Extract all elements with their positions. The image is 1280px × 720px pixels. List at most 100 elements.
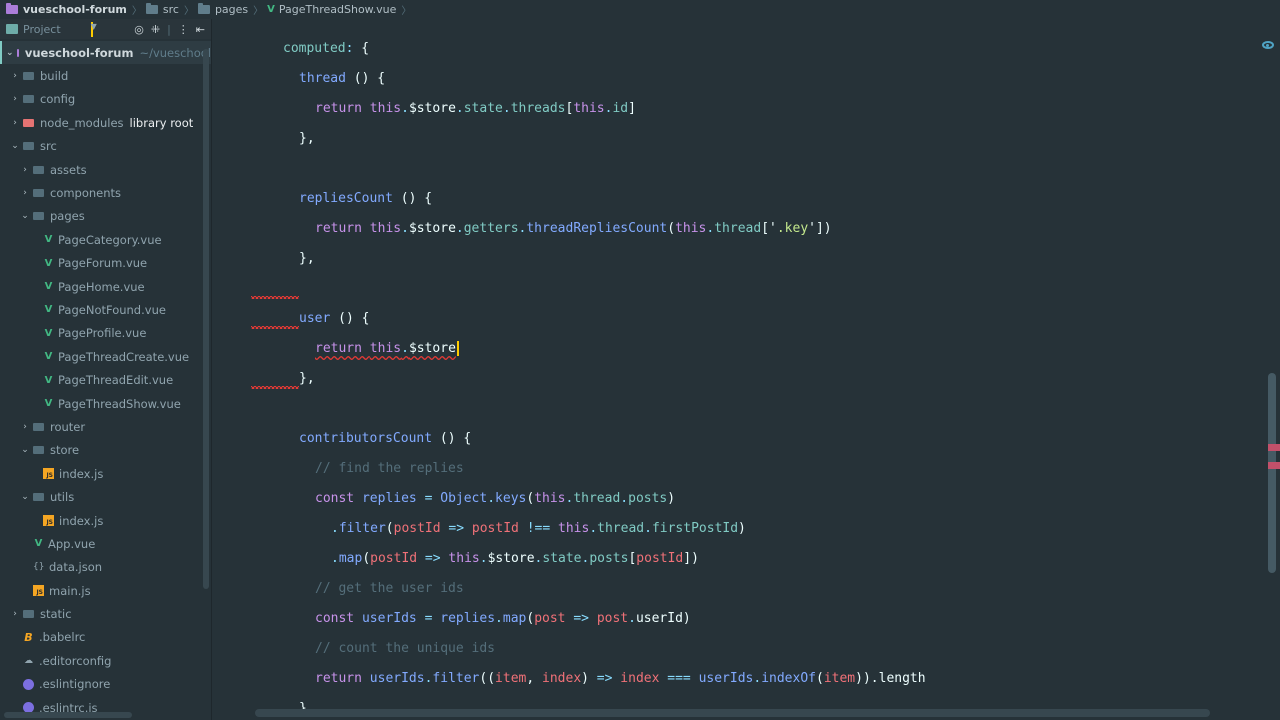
project-view-label[interactable]: Project <box>23 23 61 36</box>
chevron-down-icon[interactable]: ⌄ <box>20 445 30 455</box>
tree-item[interactable]: .eslintignore <box>0 673 211 696</box>
error-marker[interactable] <box>1268 462 1280 469</box>
tree-item[interactable]: › node_modules library root <box>0 111 211 134</box>
sidebar-vertical-scrollbar[interactable] <box>203 49 209 589</box>
tree-item[interactable]: V PageHome.vue <box>0 275 211 298</box>
tree-item[interactable]: ⌄ pages <box>0 205 211 228</box>
error-squiggle <box>251 296 299 299</box>
code-line[interactable]: return this.$store.state.threads[this.id… <box>213 94 926 124</box>
code-line[interactable]: // find the replies <box>213 454 926 484</box>
tree-item-label: PageThreadShow.vue <box>58 396 181 411</box>
code-line[interactable] <box>213 394 926 424</box>
chevron-down-icon[interactable]: ⌄ <box>20 492 30 502</box>
tree-item-label: index.js <box>59 513 104 528</box>
more-icon[interactable]: ⋮ <box>178 23 189 36</box>
code-line[interactable]: thread () { <box>213 64 926 94</box>
tree-item[interactable]: › static <box>0 602 211 625</box>
chevron-down-icon[interactable]: ⌄ <box>10 141 20 151</box>
code-line[interactable]: // get the user ids <box>213 574 926 604</box>
tree-item[interactable]: V PageThreadEdit.vue <box>0 368 211 391</box>
preview-eye-icon[interactable] <box>1262 41 1274 49</box>
chevron-right-icon[interactable]: › <box>20 422 30 432</box>
collapse-icon[interactable]: ⁜ <box>151 23 160 36</box>
code-area[interactable]: computed: {thread () {return this.$store… <box>213 34 926 720</box>
js-file-icon: JS <box>33 585 44 597</box>
code-line[interactable]: .filter(postId => postId !== this.thread… <box>213 514 926 544</box>
tree-item[interactable]: › build <box>0 64 211 87</box>
code-line[interactable]: computed: { <box>213 34 926 64</box>
code-token: } <box>299 251 307 266</box>
tree-item[interactable]: V PageCategory.vue <box>0 228 211 251</box>
tree-item[interactable]: V PageProfile.vue <box>0 322 211 345</box>
breadcrumb-item[interactable]: pages 〉 <box>197 2 263 17</box>
tree-item[interactable]: › assets <box>0 158 211 181</box>
code-line[interactable] <box>213 154 926 184</box>
code-editor[interactable]: computed: {thread () {return this.$store… <box>213 19 1280 720</box>
tree-item-label: main.js <box>49 583 91 598</box>
hide-icon[interactable]: ⇤ <box>196 23 205 36</box>
code-line[interactable]: // count the unique ids <box>213 634 926 664</box>
code-line[interactable]: return this.$store.getters.threadReplies… <box>213 214 926 244</box>
chevron-down-icon[interactable]: ⌄ <box>6 48 14 58</box>
editor-vertical-scrollbar[interactable] <box>1268 373 1276 573</box>
tree-item-label: PageProfile.vue <box>58 326 147 341</box>
code-token: .key <box>776 221 809 236</box>
tree-item[interactable]: {} data.json <box>0 556 211 579</box>
tree-item[interactable]: › config <box>0 88 211 111</box>
tree-item[interactable]: V PageNotFound.vue <box>0 298 211 321</box>
code-line[interactable]: repliesCount () { <box>213 184 926 214</box>
chevron-right-icon[interactable]: › <box>10 609 20 619</box>
tree-item-label: node_modules <box>40 115 124 130</box>
code-line[interactable] <box>213 274 926 304</box>
code-line[interactable]: const replies = Object.keys(this.thread.… <box>213 484 926 514</box>
tree-item[interactable]: V PageThreadShow.vue <box>0 392 211 415</box>
error-marker[interactable] <box>1268 444 1280 451</box>
tree-item[interactable]: V PageForum.vue <box>0 252 211 275</box>
tree-item[interactable]: ⌄ utils <box>0 485 211 508</box>
chevron-down-icon[interactable]: ▼ <box>90 21 97 37</box>
tree-item[interactable]: JS index.js <box>0 509 211 532</box>
breadcrumb-label: pages <box>214 3 249 16</box>
code-token: filter <box>432 671 480 686</box>
tree-item[interactable]: ⌄ vueschool-forum ~/vueschool <box>0 41 211 65</box>
code-line[interactable]: }, <box>213 244 926 274</box>
chevron-down-icon[interactable]: ⌄ <box>20 211 30 221</box>
tree-item[interactable]: ☁ .editorconfig <box>0 649 211 672</box>
tree-item[interactable]: V PageThreadCreate.vue <box>0 345 211 368</box>
project-panel-header[interactable]: Project ▼ ◎ ⁜ | ⋮ ⇤ <box>0 19 211 39</box>
code-line[interactable]: }, <box>213 364 926 394</box>
tree-item[interactable]: › router <box>0 415 211 438</box>
code-token: . <box>331 551 339 566</box>
code-line[interactable]: user () { <box>213 304 926 334</box>
code-token: === <box>659 671 699 686</box>
code-line[interactable]: }, <box>213 124 926 154</box>
code-line[interactable]: contributorsCount () { <box>213 424 926 454</box>
tree-item[interactable]: B .babelrc <box>0 626 211 649</box>
tree-item[interactable]: ⌄ store <box>0 439 211 462</box>
tree-item[interactable]: ⌄ src <box>0 135 211 158</box>
code-token: this <box>369 221 402 236</box>
chevron-right-icon[interactable]: › <box>10 118 20 128</box>
chevron-right-icon[interactable]: › <box>20 165 30 175</box>
editor-horizontal-scrollbar[interactable] <box>255 709 1210 717</box>
chevron-right-icon: 〉 <box>131 6 142 17</box>
breadcrumb-item[interactable]: src 〉 <box>145 2 194 17</box>
code-line[interactable]: return userIds.filter((item, index) => i… <box>213 664 926 694</box>
tree-item[interactable]: › components <box>0 181 211 204</box>
chevron-right-icon[interactable]: › <box>10 71 20 81</box>
chevron-right-icon[interactable]: › <box>20 188 30 198</box>
breadcrumb-item[interactable]: V PageThreadShow.vue 〉 <box>267 2 411 17</box>
tree-item[interactable]: V App.vue <box>0 532 211 555</box>
code-line[interactable]: return this.$store <box>213 334 926 364</box>
code-line[interactable]: const userIds = replies.map(post => post… <box>213 604 926 634</box>
breadcrumb-item[interactable]: vueschool-forum 〉 <box>6 2 142 17</box>
code-line[interactable]: .map(postId => this.$store.state.posts[p… <box>213 544 926 574</box>
tree-item[interactable]: JS index.js <box>0 462 211 485</box>
tree-item[interactable]: JS main.js <box>0 579 211 602</box>
chevron-right-icon[interactable]: › <box>10 94 20 104</box>
folder-icon <box>33 493 44 502</box>
code-token: thread <box>299 71 346 86</box>
sidebar-horizontal-scrollbar[interactable] <box>4 712 132 718</box>
tree-item-label: data.json <box>49 560 103 575</box>
target-icon[interactable]: ◎ <box>134 23 144 36</box>
